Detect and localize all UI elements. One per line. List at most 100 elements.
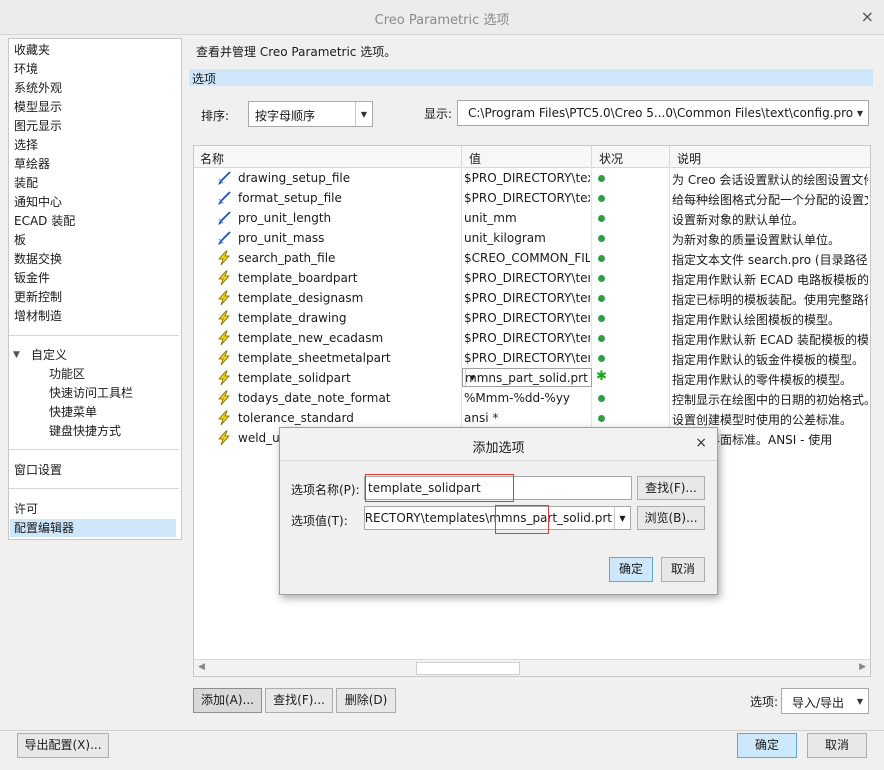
nav-item-ribbon[interactable]: 功能区 <box>49 365 85 383</box>
add-button[interactable]: 添加(A)... <box>193 688 262 713</box>
lightning-icon <box>216 330 232 346</box>
find-button[interactable]: 查找(F)... <box>265 688 333 713</box>
nav-item-model-display[interactable]: 模型显示 <box>14 98 62 116</box>
modified-star-icon: ✱ <box>596 369 607 384</box>
option-name: todays_date_note_format <box>238 391 391 405</box>
option-name: template_solidpart <box>238 371 351 385</box>
nav-item-config-editor[interactable]: 配置编辑器 <box>10 519 176 537</box>
option-name: drawing_setup_file <box>238 171 351 185</box>
import-export-dropdown[interactable]: 导入/导出 ▼ <box>781 688 869 714</box>
option-value-editor[interactable]: mmns_part_solid.prt ▼ <box>462 368 592 387</box>
option-description: 指定用作默认绘图模板的模型。 <box>672 313 841 327</box>
nav-item-entity-display[interactable]: 图元显示 <box>14 117 62 135</box>
column-divider <box>591 146 592 167</box>
table-row[interactable]: template_new_ecadasm $PRO_DIRECTORY\ten 指定… <box>194 328 870 348</box>
table-row[interactable]: template_designasm $PRO_DIRECTORY\ten 指定已标… <box>194 288 870 308</box>
lightning-icon <box>216 350 232 366</box>
nav-item-shortcut-menu[interactable]: 快捷菜单 <box>49 403 97 421</box>
table-row[interactable]: search_path_file $CREO_COMMON_FIL 指定文本文件 s… <box>194 248 870 268</box>
browse-button[interactable]: 浏览(B)... <box>637 506 705 530</box>
status-dot-icon <box>598 275 605 282</box>
nav-item-assembly[interactable]: 装配 <box>14 174 38 192</box>
scroll-right-icon[interactable]: ▶ <box>859 662 866 672</box>
status-dot-icon <box>598 255 605 262</box>
lightning-icon <box>216 310 232 326</box>
nav-item-environment[interactable]: 环境 <box>14 60 38 78</box>
brush-icon <box>216 210 232 226</box>
column-header-name[interactable]: 名称 <box>200 150 224 167</box>
option-description: 指定已标明的模板装配。使用完整路径 <box>672 293 868 307</box>
option-description: 设置创建模型时使用的公差标准。 <box>672 413 853 427</box>
scrollbar-thumb[interactable] <box>416 662 520 675</box>
nav-item-license[interactable]: 许可 <box>14 500 38 518</box>
import-export-value: 导入/导出 <box>792 696 845 710</box>
sort-dropdown[interactable]: 按字母顺序 ▼ <box>248 101 373 127</box>
section-header: 选项 <box>189 69 873 86</box>
config-file-dropdown[interactable]: C:\Program Files\PTC5.0\Creo 5...0\Commo… <box>457 100 869 126</box>
export-config-button[interactable]: 导出配置(X)... <box>17 733 109 758</box>
nav-item-board[interactable]: 板 <box>14 231 26 249</box>
column-divider <box>461 146 462 167</box>
option-description: 指定用作默认新 ECAD 装配模板的模 <box>672 333 868 347</box>
table-row[interactable]: drawing_setup_file $PRO_DIRECTORY\tex 为 Cr… <box>194 168 870 188</box>
nav-item-keyboard-shortcuts[interactable]: 键盘快捷方式 <box>49 422 121 440</box>
nav-group-customize[interactable]: 自定义 <box>31 346 67 364</box>
nav-item-sheetmetal[interactable]: 钣金件 <box>14 269 50 287</box>
close-icon[interactable]: × <box>861 7 874 26</box>
dialog-cancel-button[interactable]: 取消 <box>661 557 705 582</box>
nav-item-additive-manufacturing[interactable]: 增材制造 <box>14 307 62 325</box>
table-row[interactable]: template_solidpart mmns_part_solid.prt ▼ ✱ 指… <box>194 368 870 388</box>
table-row[interactable]: tolerance_standard ansi * 设置创建模型时使用的公差标准。 <box>194 408 870 428</box>
table-row[interactable]: template_sheetmetalpart $PRO_DIRECTORY\te… <box>194 348 870 368</box>
expand-triangle-icon[interactable]: ▼ <box>13 350 20 360</box>
dialog-ok-button[interactable]: 确定 <box>609 557 653 582</box>
nav-item-ecad-assembly[interactable]: ECAD 装配 <box>14 212 75 230</box>
brush-icon <box>216 170 232 186</box>
nav-item-selection[interactable]: 选择 <box>14 136 38 154</box>
option-value: $PRO_DIRECTORY\ten <box>464 311 590 325</box>
option-value: $PRO_DIRECTORY\ten <box>464 271 590 285</box>
table-row[interactable]: template_drawing $PRO_DIRECTORY\ten 指定用作默认… <box>194 308 870 328</box>
option-value: mmns_part_solid.prt <box>465 371 588 385</box>
table-row[interactable]: pro_unit_mass unit_kilogram 为新对象的质量设置默认单位。 <box>194 228 870 248</box>
nav-item-favorites[interactable]: 收藏夹 <box>14 41 50 59</box>
scroll-left-icon[interactable]: ◀ <box>198 662 205 672</box>
nav-divider <box>9 488 179 489</box>
chevron-down-icon[interactable]: ▼ <box>465 369 479 386</box>
option-value: $PRO_DIRECTORY\ten <box>464 291 590 305</box>
nav-item-quick-access-toolbar[interactable]: 快速访问工具栏 <box>49 384 133 402</box>
status-dot-icon <box>598 235 605 242</box>
option-name: template_sheetmetalpart <box>238 351 391 365</box>
horizontal-scrollbar[interactable]: ◀ ▶ <box>194 659 870 676</box>
lightning-icon <box>216 250 232 266</box>
table-row[interactable]: pro_unit_length unit_mm 设置新对象的默认单位。 <box>194 208 870 228</box>
nav-item-data-exchange[interactable]: 数据交换 <box>14 250 62 268</box>
close-icon[interactable]: × <box>695 435 707 451</box>
column-header-status[interactable]: 状况 <box>599 150 623 167</box>
column-header-description[interactable]: 说明 <box>677 150 701 167</box>
table-header: 名称 值 状况 说明 <box>194 146 870 168</box>
dialog-title-bar: 添加选项 × <box>280 428 717 461</box>
nav-item-update-control[interactable]: 更新控制 <box>14 288 62 306</box>
nav-divider <box>9 449 179 450</box>
nav-item-window-settings[interactable]: 窗口设置 <box>14 461 62 479</box>
table-row[interactable]: todays_date_note_format %Mmm-%dd-%yy 控制显示在… <box>194 388 870 408</box>
lightning-icon <box>216 290 232 306</box>
dialog-find-button[interactable]: 查找(F)... <box>637 476 705 500</box>
option-name: template_new_ecadasm <box>238 331 384 345</box>
ok-button[interactable]: 确定 <box>737 733 797 758</box>
highlight-box <box>495 505 549 534</box>
table-row[interactable]: template_boardpart $PRO_DIRECTORY\ten 指定用作… <box>194 268 870 288</box>
table-row[interactable]: format_setup_file $PRO_DIRECTORY\tex 给每种绘图… <box>194 188 870 208</box>
chevron-down-icon[interactable]: ▼ <box>614 507 630 529</box>
chevron-down-icon: ▼ <box>856 696 864 706</box>
nav-item-notification-center[interactable]: 通知中心 <box>14 193 62 211</box>
status-dot-icon <box>598 335 605 342</box>
dialog-title: 添加选项 <box>472 441 525 456</box>
delete-button[interactable]: 删除(D) <box>336 688 396 713</box>
nav-item-system-appearance[interactable]: 系统外观 <box>14 79 62 97</box>
column-header-value[interactable]: 值 <box>469 150 481 167</box>
option-value-text: )IRECTORY\templates\mmns_part_solid.prt <box>364 511 612 525</box>
cancel-button[interactable]: 取消 <box>807 733 867 758</box>
nav-item-sketcher[interactable]: 草绘器 <box>14 155 50 173</box>
